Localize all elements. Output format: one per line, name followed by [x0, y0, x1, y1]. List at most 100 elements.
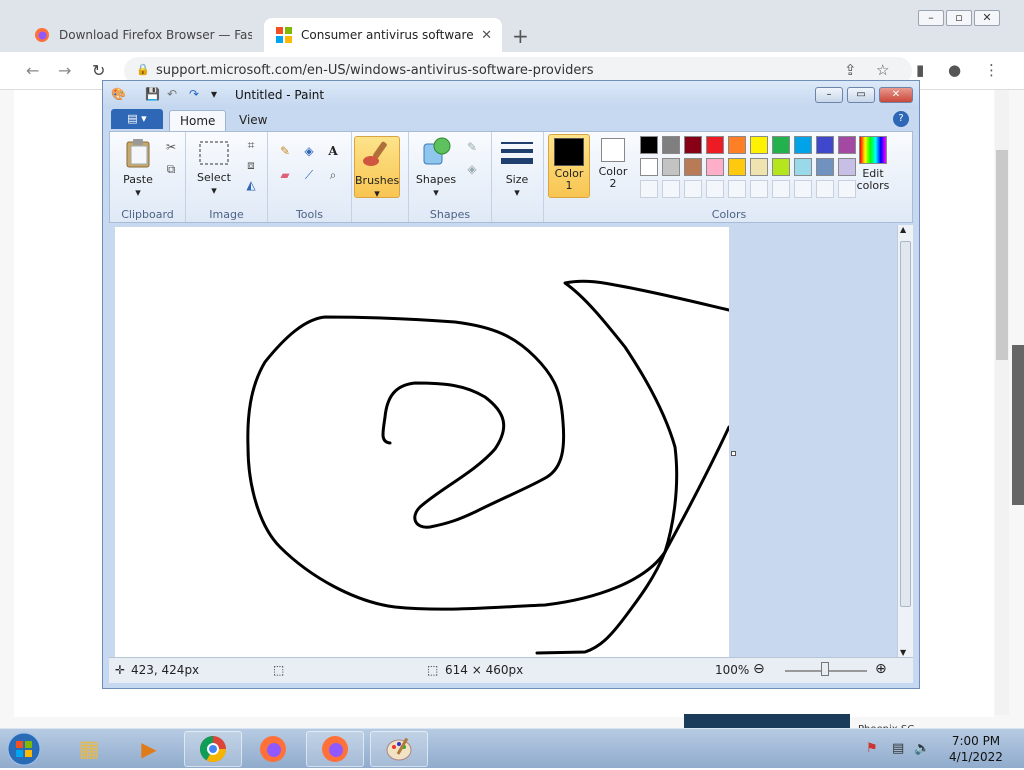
custom-color-slot[interactable] [662, 180, 680, 198]
close-button[interactable]: ✕ [974, 10, 1000, 26]
palette-swatch[interactable] [794, 158, 812, 176]
custom-color-slot[interactable] [728, 180, 746, 198]
palette-swatch[interactable] [772, 136, 790, 154]
taskbar-firefox-2[interactable] [306, 731, 364, 767]
palette-swatch[interactable] [750, 136, 768, 154]
palette-swatch[interactable] [706, 158, 724, 176]
menu-icon[interactable]: ⋮ [984, 61, 999, 79]
shapes-button[interactable]: Shapes ▾ [413, 136, 459, 199]
crop-icon[interactable]: ⌗ [242, 136, 260, 154]
zoom-in-icon[interactable]: ⊕ [875, 661, 887, 677]
action-center-icon[interactable]: ⚑ [866, 741, 878, 756]
fill-icon[interactable]: ◈ [463, 160, 481, 178]
taskbar-explorer[interactable]: ▦ [60, 731, 118, 767]
profile-icon[interactable]: ● [948, 61, 961, 79]
network-icon[interactable]: ▤ [892, 741, 904, 756]
clock[interactable]: 7:00 PM 4/1/2022 [940, 733, 1012, 765]
paste-button[interactable]: Paste ▾ [116, 138, 160, 199]
redo-icon[interactable]: ↷ [189, 87, 199, 101]
tab-view[interactable]: View [229, 110, 277, 131]
custom-color-slot[interactable] [750, 180, 768, 198]
size-button[interactable]: Size ▾ [496, 138, 538, 199]
taskbar-paint[interactable] [370, 731, 428, 767]
canvas-scrollbar-thumb[interactable] [900, 241, 911, 607]
tab-home[interactable]: Home [169, 110, 227, 131]
color1-button[interactable]: Color 1 [548, 134, 590, 198]
palette-swatch[interactable] [794, 136, 812, 154]
select-button[interactable]: Select ▾ [192, 140, 236, 197]
forward-icon[interactable]: → [58, 61, 71, 80]
palette-swatch[interactable] [662, 136, 680, 154]
custom-color-slot[interactable] [684, 180, 702, 198]
palette-swatch[interactable] [706, 136, 724, 154]
cut-icon[interactable]: ✂ [162, 138, 180, 156]
tab-antivirus[interactable]: Consumer antivirus software pro ✕ [264, 18, 502, 52]
share-icon[interactable]: ⇪ [844, 61, 857, 79]
palette-swatch[interactable] [772, 158, 790, 176]
custom-color-slot[interactable] [794, 180, 812, 198]
color1-swatch [554, 138, 584, 166]
paint-app-icon[interactable]: 🎨 [111, 87, 126, 101]
bookmark-star-icon[interactable]: ☆ [876, 61, 889, 79]
outer-scrollbar-thumb[interactable] [1012, 345, 1024, 505]
brushes-button[interactable]: Brushes ▾ [354, 136, 400, 200]
palette-swatch[interactable] [750, 158, 768, 176]
tab-firefox-download[interactable]: Download Firefox Browser — Fas [22, 18, 262, 52]
edit-colors-button[interactable]: Edit colors [848, 136, 898, 192]
canvas-resize-handle[interactable] [731, 451, 736, 456]
fill-bucket-icon[interactable]: ◈ [300, 142, 318, 160]
restore-button[interactable]: ▫ [946, 10, 972, 26]
taskbar-chrome[interactable] [184, 731, 242, 767]
canvas-scrollbar[interactable]: ▲ ▼ [897, 225, 913, 657]
pencil-icon[interactable]: ✎ [276, 142, 294, 160]
close-tab-icon[interactable]: ✕ [481, 28, 492, 43]
paint-close-button[interactable]: ✕ [879, 87, 913, 103]
zoom-out-icon[interactable]: ⊖ [753, 661, 765, 677]
reload-icon[interactable]: ↻ [92, 61, 105, 80]
palette-swatch[interactable] [816, 136, 834, 154]
palette-swatch[interactable] [728, 158, 746, 176]
palette-swatch[interactable] [662, 158, 680, 176]
custom-color-slot[interactable] [706, 180, 724, 198]
back-icon[interactable]: ← [26, 61, 39, 80]
paint-title-bar[interactable]: 🎨 💾 ↶ ↷ ▾ Untitled - Paint – ▭ ✕ [103, 81, 919, 109]
volume-icon[interactable]: 🔈 [914, 741, 930, 756]
palette-swatch[interactable] [728, 136, 746, 154]
outline-icon[interactable]: ✎ [463, 138, 481, 156]
text-tool-icon[interactable]: A [324, 142, 342, 160]
palette-swatch[interactable] [640, 158, 658, 176]
page-scrollbar-thumb[interactable] [996, 150, 1008, 360]
minimize-button[interactable]: – [918, 10, 944, 26]
custom-color-slot[interactable] [772, 180, 790, 198]
rotate-icon[interactable]: ◭ [242, 176, 260, 194]
file-menu-button[interactable]: ▤ ▾ [111, 109, 163, 129]
custom-color-slot[interactable] [816, 180, 834, 198]
eraser-icon[interactable]: ▰ [276, 166, 294, 184]
taskbar-firefox[interactable] [244, 731, 302, 767]
help-icon[interactable]: ? [893, 111, 909, 127]
palette-swatch[interactable] [684, 136, 702, 154]
spiral-stroke [246, 315, 667, 611]
customize-toolbar-icon[interactable]: ▾ [211, 87, 217, 101]
start-button[interactable] [4, 731, 48, 767]
scroll-up-icon[interactable]: ▲ [900, 225, 906, 234]
scroll-down-icon[interactable]: ▼ [900, 648, 906, 657]
drawing-canvas[interactable] [115, 227, 731, 657]
resize-icon[interactable]: ⧈ [242, 156, 260, 174]
paint-maximize-button[interactable]: ▭ [847, 87, 875, 103]
color-picker-icon[interactable]: ⟋ [300, 166, 318, 184]
paint-minimize-button[interactable]: – [815, 87, 843, 103]
magnifier-icon[interactable]: ⌕ [324, 166, 342, 184]
palette-swatch[interactable] [684, 158, 702, 176]
save-icon[interactable]: 💾 [145, 87, 160, 101]
new-tab-button[interactable]: + [512, 24, 529, 48]
custom-color-slot[interactable] [640, 180, 658, 198]
side-panel-icon[interactable]: ▮ [916, 61, 924, 79]
zoom-slider-thumb[interactable] [821, 662, 829, 676]
copy-icon[interactable]: ⧉ [162, 160, 180, 178]
taskbar-media-player[interactable]: ▶ [120, 731, 178, 767]
palette-swatch[interactable] [816, 158, 834, 176]
color2-button[interactable]: Color 2 [594, 136, 632, 198]
undo-icon[interactable]: ↶ [167, 87, 177, 101]
palette-swatch[interactable] [640, 136, 658, 154]
